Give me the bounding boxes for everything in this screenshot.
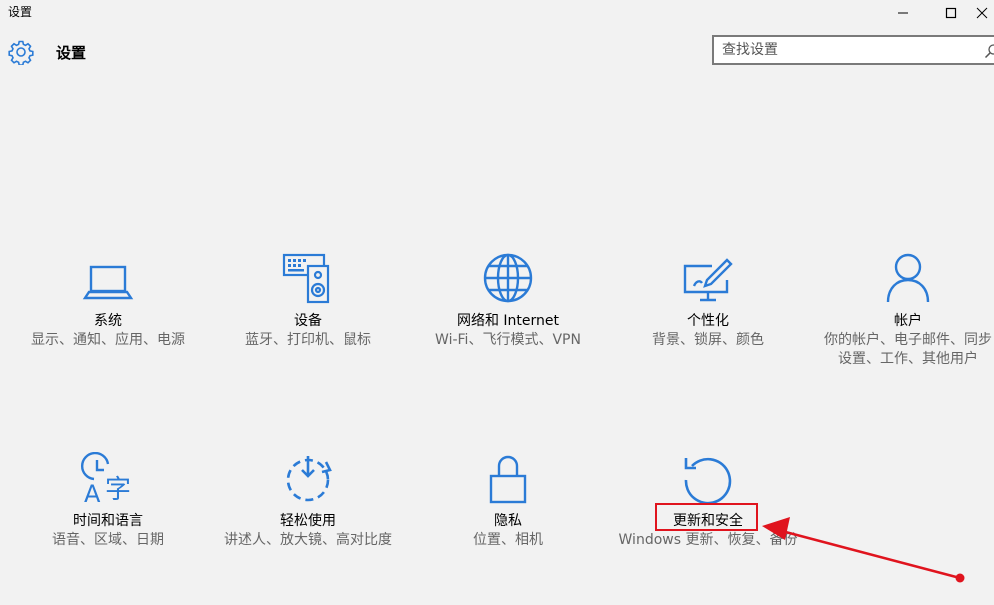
window-title: 设置 [8, 5, 33, 19]
category-description: 讲述人、放大镜、高对比度 [224, 532, 392, 548]
globe-icon [483, 253, 533, 303]
time-language-icon: A 字 [81, 452, 131, 504]
close-icon [976, 7, 988, 19]
category-name: 帐户 [894, 313, 922, 329]
svg-text:字: 字 [105, 475, 131, 504]
category-update-security[interactable]: 更新和安全 Windows 更新、恢复、备份 [618, 444, 798, 550]
category-system[interactable]: 系统 显示、通知、应用、电源 [18, 244, 198, 350]
category-description: 显示、通知、应用、电源 [31, 332, 185, 348]
category-name: 时间和语言 [73, 513, 143, 529]
maximize-button[interactable] [928, 0, 974, 26]
category-description: Windows 更新、恢复、备份 [618, 532, 798, 548]
search-input[interactable] [722, 41, 972, 59]
search-box[interactable] [712, 35, 994, 65]
laptop-icon [82, 265, 134, 300]
category-name: 隐私 [494, 513, 522, 529]
category-network[interactable]: 网络和 Internet Wi-Fi、飞行模式、VPN [418, 244, 598, 350]
category-personalization[interactable]: 个性化 背景、锁屏、颜色 [618, 244, 798, 350]
category-name: 个性化 [687, 313, 729, 329]
category-description: 语音、区域、日期 [52, 532, 164, 548]
minimize-button[interactable] [880, 0, 926, 26]
devices-icon [282, 253, 330, 304]
category-ease-of-access[interactable]: 轻松使用 讲述人、放大镜、高对比度 [218, 444, 398, 550]
person-icon [886, 253, 930, 303]
close-button[interactable] [976, 0, 994, 26]
category-name: 轻松使用 [280, 513, 336, 529]
category-description: 你的帐户、电子邮件、同步设置、工作、其他用户 [824, 332, 992, 367]
update-icon [684, 457, 732, 504]
category-description: 蓝牙、打印机、鼠标 [245, 332, 371, 348]
gear-icon [8, 40, 34, 65]
maximize-icon [945, 7, 957, 19]
personalization-icon [683, 258, 733, 302]
minimize-icon [898, 12, 908, 14]
category-description: 位置、相机 [473, 532, 543, 548]
lock-icon [489, 455, 527, 504]
category-privacy[interactable]: 隐私 位置、相机 [418, 444, 598, 550]
category-description: 背景、锁屏、颜色 [652, 332, 764, 348]
category-accounts[interactable]: 帐户 你的帐户、电子邮件、同步设置、工作、其他用户 [818, 244, 994, 369]
highlight-box [655, 503, 758, 531]
ease-of-access-icon [286, 456, 332, 502]
title-bar: 设置 [0, 0, 994, 26]
category-time-language[interactable]: A 字 时间和语言 语音、区域、日期 [18, 444, 198, 550]
category-description: Wi-Fi、飞行模式、VPN [435, 332, 581, 348]
page-title: 设置 [56, 44, 87, 62]
category-name: 系统 [94, 313, 122, 329]
category-name: 设备 [294, 313, 322, 329]
category-devices[interactable]: 设备 蓝牙、打印机、鼠标 [218, 244, 398, 350]
svg-text:A: A [84, 480, 101, 504]
category-name: 网络和 Internet [456, 313, 560, 329]
search-icon[interactable] [984, 43, 994, 59]
